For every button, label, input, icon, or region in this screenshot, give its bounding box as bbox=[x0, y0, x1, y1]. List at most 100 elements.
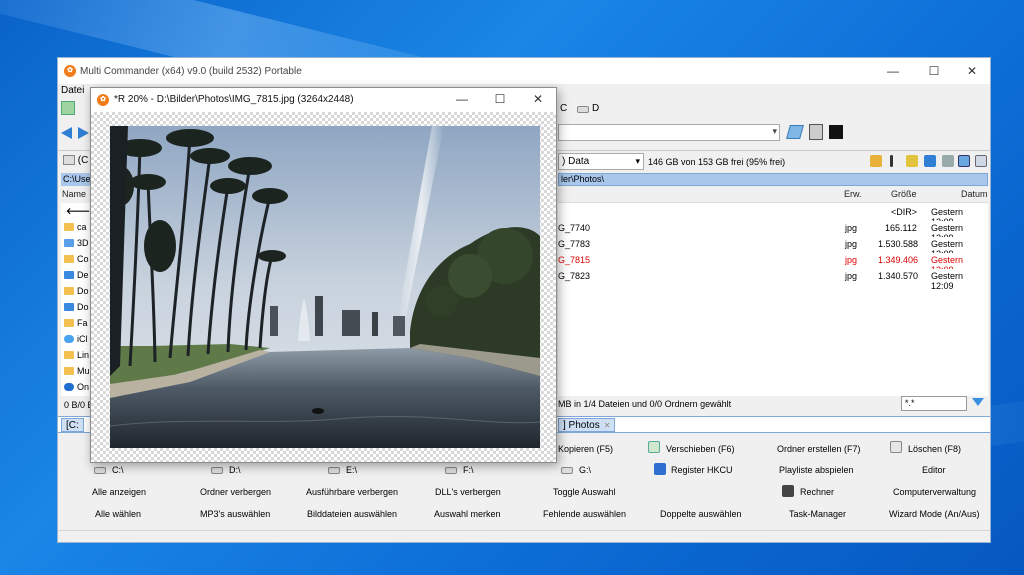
back-arrow-icon[interactable] bbox=[61, 127, 72, 139]
free-space-text: 146 GB von 153 GB frei (95% frei) bbox=[648, 157, 786, 167]
onedrive-icon bbox=[64, 383, 74, 391]
wizard-mode-button[interactable]: Wizard Mode (An/Aus) bbox=[889, 509, 980, 519]
view-icon[interactable] bbox=[975, 155, 987, 167]
network-drive-icon[interactable] bbox=[786, 125, 804, 139]
filter-funnel-icon[interactable] bbox=[972, 398, 984, 406]
list-item[interactable]: Lin bbox=[64, 348, 92, 363]
remember-selection-button[interactable]: Auswahl merken bbox=[434, 509, 501, 519]
sync-folder-icon[interactable] bbox=[906, 155, 918, 167]
tools-icon[interactable] bbox=[942, 155, 954, 167]
drive-d-icon[interactable] bbox=[577, 106, 589, 113]
up-arrow-icon: 🡐 bbox=[66, 206, 91, 216]
chevron-down-icon[interactable]: ▾ bbox=[772, 126, 777, 137]
hide-dlls-button[interactable]: DLL's verbergen bbox=[435, 487, 501, 497]
column-header-date[interactable]: Datum bbox=[961, 189, 988, 199]
calculator-icon[interactable] bbox=[809, 124, 823, 140]
backslash-icon[interactable] bbox=[890, 155, 893, 167]
task-manager-button[interactable]: Task-Manager bbox=[789, 509, 846, 519]
select-all-button[interactable]: Alle wählen bbox=[95, 509, 141, 519]
table-row-selected[interactable]: G_7815 jpg 1.349.406 Gestern 12:09 bbox=[558, 253, 988, 275]
delete-button[interactable]: Löschen (F8) bbox=[908, 444, 961, 454]
list-item[interactable]: ca bbox=[64, 220, 92, 235]
left-path-bar[interactable]: C:\Use bbox=[61, 173, 93, 186]
right-path-bar[interactable]: ler\Photos\ bbox=[558, 173, 988, 186]
refresh-icon[interactable] bbox=[61, 101, 75, 115]
hide-executables-button[interactable]: Ausführbare verbergen bbox=[306, 487, 398, 497]
move-button[interactable]: Verschieben (F6) bbox=[666, 444, 735, 454]
registry-icon bbox=[654, 463, 666, 475]
list-item[interactable]: iCl bbox=[64, 332, 92, 347]
calculator-button[interactable]: Rechner bbox=[800, 487, 834, 497]
editor-button[interactable]: Editor bbox=[922, 465, 946, 475]
hide-folders-button[interactable]: Ordner verbergen bbox=[200, 487, 271, 497]
drive-icon bbox=[328, 467, 340, 474]
select-images-button[interactable]: Bilddateien auswählen bbox=[307, 509, 397, 519]
swap-icon[interactable] bbox=[924, 155, 936, 167]
table-row[interactable]: <DIR> Gestern 12:09 bbox=[558, 205, 988, 227]
folder-icon bbox=[64, 271, 74, 279]
chevron-down-icon[interactable]: ▾ bbox=[635, 154, 640, 169]
layout-icon[interactable] bbox=[958, 155, 970, 167]
copy-button[interactable]: Kopieren (F5) bbox=[558, 444, 613, 454]
viewer-title: *R 20% - D:\Bilder\Photos\IMG_7815.jpg (… bbox=[114, 94, 354, 105]
drive-e-button[interactable]: E:\ bbox=[346, 465, 357, 475]
photo-image[interactable] bbox=[110, 126, 540, 448]
computer-management-button[interactable]: Computerverwaltung bbox=[893, 487, 976, 497]
close-button[interactable]: ✕ bbox=[957, 62, 987, 80]
create-folder-button[interactable]: Ordner erstellen (F7) bbox=[777, 444, 861, 454]
list-item[interactable]: Co bbox=[64, 252, 92, 267]
drive-d-label[interactable]: D bbox=[592, 103, 599, 114]
list-item[interactable]: Do bbox=[64, 300, 92, 315]
left-drive-label: (C bbox=[77, 155, 89, 166]
play-playlist-button[interactable]: Playliste abspielen bbox=[779, 465, 854, 475]
column-header-ext[interactable]: Erw. bbox=[844, 189, 862, 199]
path-combo[interactable]: ▾ bbox=[558, 124, 780, 141]
select-duplicates-button[interactable]: Doppelte auswählen bbox=[660, 509, 742, 519]
filter-input[interactable]: *.* bbox=[901, 396, 967, 411]
list-item[interactable]: De bbox=[64, 268, 92, 283]
command-prompt-icon[interactable] bbox=[829, 125, 843, 139]
register-hkcu-button[interactable]: Register HKCU bbox=[671, 465, 733, 475]
drive-f-button[interactable]: F:\ bbox=[463, 465, 474, 475]
list-item[interactable]: Do bbox=[64, 284, 92, 299]
table-row[interactable]: G_7823 jpg 1.340.570 Gestern 12:09 bbox=[558, 269, 988, 291]
drive-c-label[interactable]: C bbox=[560, 103, 567, 114]
drive-d-button[interactable]: D:\ bbox=[229, 465, 241, 475]
drive-icon bbox=[94, 467, 106, 474]
select-missing-button[interactable]: Fehlende auswählen bbox=[543, 509, 626, 519]
left-drive-selector[interactable]: (C bbox=[63, 155, 88, 166]
drive-c-button[interactable]: C:\ bbox=[112, 465, 124, 475]
list-item[interactable]: On bbox=[64, 380, 92, 395]
viewer-close-button[interactable]: ✕ bbox=[523, 90, 553, 108]
column-header-size[interactable]: Größe bbox=[891, 189, 917, 199]
parent-folder-item[interactable]: 🡐 bbox=[64, 204, 92, 219]
close-tab-icon[interactable]: ✕ bbox=[604, 421, 611, 430]
move-icon bbox=[648, 441, 660, 453]
viewer-minimize-button[interactable]: — bbox=[447, 90, 477, 108]
toggle-selection-button[interactable]: Toggle Auswahl bbox=[553, 487, 616, 497]
forward-arrow-icon[interactable] bbox=[78, 127, 89, 139]
list-item[interactable]: 3D bbox=[64, 236, 92, 251]
left-column-name[interactable]: Name bbox=[62, 189, 86, 199]
folder-tree-icon[interactable] bbox=[870, 155, 882, 167]
folder-icon bbox=[64, 239, 74, 247]
list-item[interactable]: Mu bbox=[64, 364, 92, 379]
maximize-button[interactable]: ☐ bbox=[919, 62, 949, 80]
image-viewer-window: ✿ *R 20% - D:\Bilder\Photos\IMG_7815.jpg… bbox=[90, 87, 557, 463]
viewer-maximize-button[interactable]: ☐ bbox=[485, 90, 515, 108]
table-row[interactable]: G_7783 jpg 1.530.588 Gestern 12:09 bbox=[558, 237, 988, 259]
tab-photos[interactable]: ] Photos ✕ bbox=[558, 418, 616, 432]
folder-icon bbox=[64, 319, 74, 327]
minimize-button[interactable]: — bbox=[878, 62, 908, 80]
list-item[interactable]: Fa bbox=[64, 316, 92, 331]
park-lake-photo bbox=[110, 126, 540, 448]
menu-datei[interactable]: Datei bbox=[61, 85, 84, 96]
select-mp3-button[interactable]: MP3's auswählen bbox=[200, 509, 270, 519]
tab-left-c[interactable]: [C: bbox=[61, 418, 84, 432]
table-row[interactable]: G_7740 jpg 165.112 Gestern 12:09 bbox=[558, 221, 988, 243]
show-all-button[interactable]: Alle anzeigen bbox=[92, 487, 146, 497]
drive-g-button[interactable]: G:\ bbox=[579, 465, 591, 475]
folder-icon bbox=[64, 255, 74, 263]
folder-icon bbox=[64, 367, 74, 375]
right-drive-selector[interactable]: ) Data ▾ bbox=[558, 153, 644, 170]
